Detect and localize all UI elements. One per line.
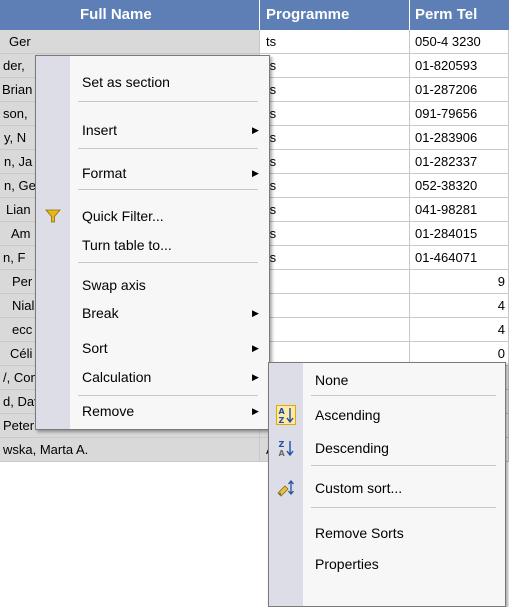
programme-cell[interactable]: ts — [260, 198, 410, 222]
sort-item-custom-sort[interactable]: Custom sort... — [269, 474, 505, 502]
sort-item-descending[interactable]: Z A Descending — [269, 434, 505, 462]
menu-item-sort[interactable]: Sort ▶ — [36, 334, 269, 362]
svg-text:Z: Z — [279, 416, 285, 425]
programme-cell[interactable]: ts — [260, 78, 410, 102]
name-cell[interactable]: Ger — [0, 30, 260, 54]
header-perm-tel[interactable]: Perm Tel — [410, 0, 509, 30]
menu-item-quick-filter[interactable]: Quick Filter... — [36, 202, 269, 230]
programme-cell[interactable]: ts — [260, 222, 410, 246]
menu-item-label: Set as section — [82, 74, 170, 90]
menu-separator — [78, 101, 258, 102]
submenu-arrow-icon: ▶ — [252, 372, 259, 382]
sort-submenu: None A Z Ascending Z A Descending Custom… — [268, 362, 506, 607]
submenu-arrow-icon: ▶ — [252, 168, 259, 178]
svg-text:A: A — [279, 449, 286, 458]
custom-sort-icon — [277, 479, 294, 497]
tel-cell[interactable]: 01-287206 — [410, 78, 509, 102]
programme-cell[interactable]: ts — [260, 174, 410, 198]
tel-cell[interactable]: 01-464071 — [410, 246, 509, 270]
programme-cell[interactable]: ts — [260, 54, 410, 78]
menu-separator — [78, 395, 258, 396]
tel-cell[interactable]: 4 — [410, 318, 509, 342]
tel-cell[interactable]: 4 — [410, 294, 509, 318]
menu-item-label: Descending — [315, 440, 389, 456]
menu-item-swap-axis[interactable]: Swap axis — [36, 271, 269, 299]
tel-cell[interactable]: 052-38320 — [410, 174, 509, 198]
menu-separator — [78, 148, 258, 149]
programme-cell[interactable]: ts — [260, 30, 410, 54]
tel-cell[interactable]: 01-283906 — [410, 126, 509, 150]
menu-item-turn-table-to[interactable]: Turn table to... — [36, 231, 269, 259]
menu-item-label: None — [315, 372, 349, 388]
programme-cell[interactable] — [260, 294, 410, 318]
table-row[interactable]: Ger ts 050-4 3230 — [0, 30, 509, 54]
tel-cell[interactable]: 01-282337 — [410, 150, 509, 174]
menu-item-label: Custom sort... — [315, 480, 403, 496]
programme-cell[interactable] — [260, 318, 410, 342]
tel-cell[interactable]: 041-98281 — [410, 198, 509, 222]
programme-cell[interactable]: ts — [260, 150, 410, 174]
header-programme[interactable]: Programme — [260, 0, 410, 30]
sort-item-ascending[interactable]: A Z Ascending — [269, 401, 505, 429]
menu-item-label: Sort — [82, 340, 108, 356]
sort-item-properties[interactable]: Properties — [269, 550, 505, 578]
sort-descending-icon: Z A — [279, 440, 294, 458]
menu-item-format[interactable]: Format ▶ — [36, 159, 269, 187]
sort-item-none[interactable]: None — [269, 366, 505, 394]
tel-cell[interactable]: 01-820593 — [410, 54, 509, 78]
programme-cell[interactable] — [260, 270, 410, 294]
submenu-arrow-icon: ▶ — [252, 343, 259, 353]
menu-item-label: Remove Sorts — [315, 525, 404, 541]
name-cell[interactable]: wska, Marta A. — [0, 438, 260, 462]
menu-item-label: Ascending — [315, 407, 381, 423]
menu-item-label: Calculation — [82, 369, 152, 385]
menu-separator — [78, 189, 258, 190]
menu-item-label: Insert — [82, 122, 118, 138]
menu-separator — [311, 465, 496, 466]
context-menu: Set as section Insert ▶ Format ▶ Quick F… — [35, 55, 270, 430]
submenu-arrow-icon: ▶ — [252, 406, 259, 416]
menu-item-remove[interactable]: Remove ▶ — [36, 397, 269, 425]
tel-cell[interactable]: 050-4 3230 — [410, 30, 509, 54]
menu-item-label: Break — [82, 305, 119, 321]
menu-item-label: Quick Filter... — [82, 208, 164, 224]
tel-cell[interactable]: 01-284015 — [410, 222, 509, 246]
submenu-arrow-icon: ▶ — [252, 125, 259, 135]
menu-separator — [311, 395, 496, 396]
menu-item-break[interactable]: Break ▶ — [36, 299, 269, 327]
sort-ascending-icon: A Z — [276, 405, 296, 425]
submenu-arrow-icon: ▶ — [252, 308, 259, 318]
menu-item-label: Swap axis — [82, 277, 146, 293]
tel-cell[interactable]: 9 — [410, 270, 509, 294]
svg-text:Z: Z — [279, 440, 285, 449]
menu-item-label: Turn table to... — [82, 237, 172, 253]
programme-cell[interactable]: ts — [260, 246, 410, 270]
menu-item-insert[interactable]: Insert ▶ — [36, 116, 269, 144]
menu-item-label: Remove — [82, 403, 135, 419]
programme-cell[interactable]: ts — [260, 126, 410, 150]
menu-item-label: Format — [82, 165, 127, 181]
menu-separator — [311, 507, 496, 508]
header-full-name[interactable]: Full Name — [0, 0, 260, 30]
menu-item-label: Properties — [315, 556, 379, 572]
programme-cell[interactable]: ts — [260, 102, 410, 126]
tel-cell[interactable]: 091-79656 — [410, 102, 509, 126]
menu-item-set-as-section[interactable]: Set as section — [36, 68, 269, 96]
funnel-icon — [45, 209, 61, 223]
menu-item-calculation[interactable]: Calculation ▶ — [36, 363, 269, 391]
svg-text:A: A — [279, 407, 286, 416]
sort-item-remove-sorts[interactable]: Remove Sorts — [269, 519, 505, 547]
menu-separator — [78, 262, 258, 263]
